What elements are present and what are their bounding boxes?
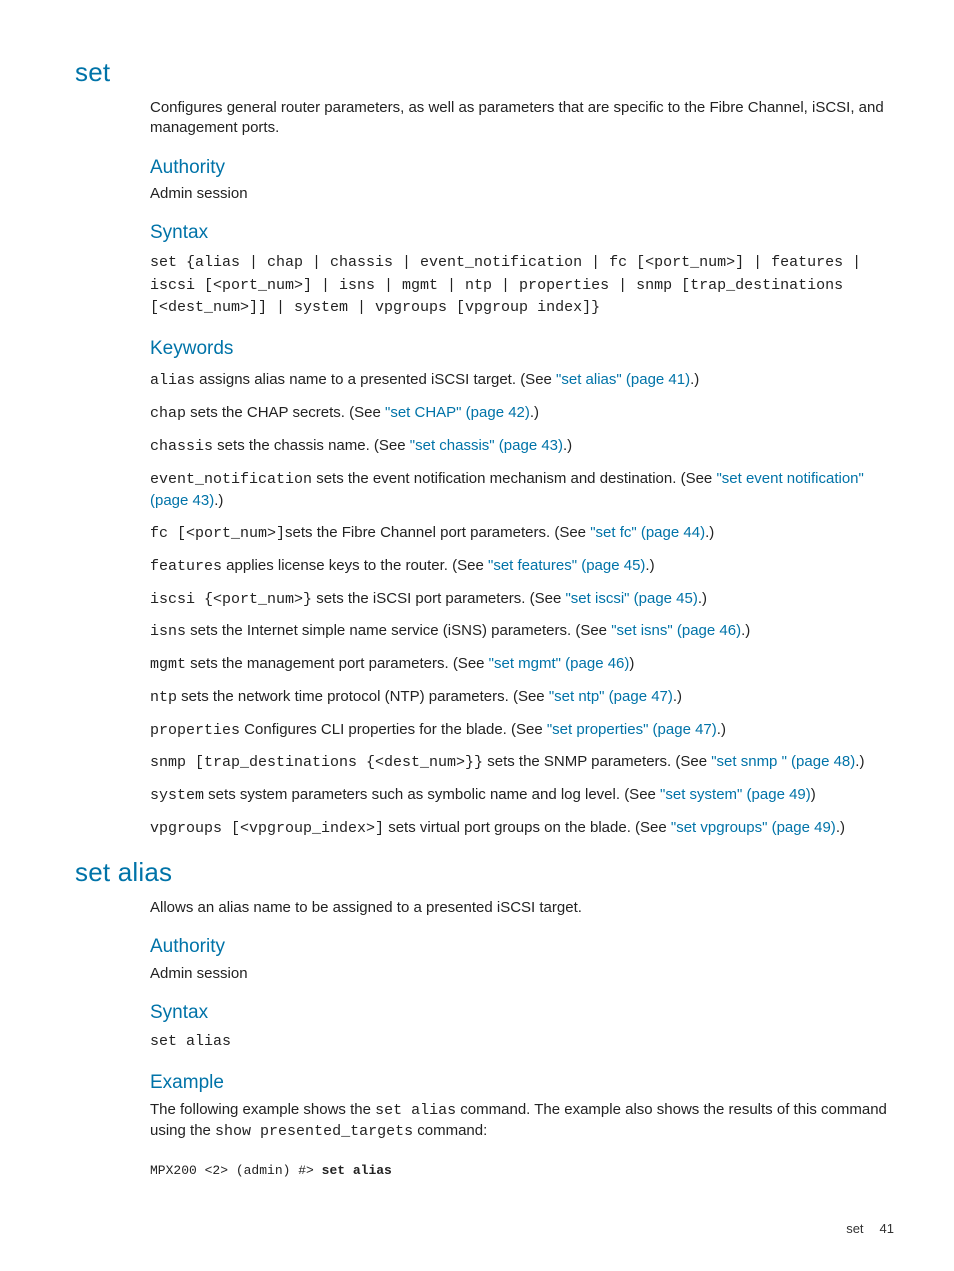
keyword-link[interactable]: "set fc" (page 44): [590, 524, 705, 541]
keyword-code: mgmt: [150, 656, 186, 673]
keyword-link[interactable]: "set isns" (page 46): [611, 622, 741, 639]
keyword-item: system sets system parameters such as sy…: [150, 784, 894, 807]
set-description: Configures general router parameters, as…: [150, 98, 894, 139]
keyword-desc-before: sets the Fibre Channel port parameters. …: [285, 524, 590, 541]
set-alias-description: Allows an alias name to be assigned to a…: [150, 898, 894, 918]
keyword-code: vpgroups [<vpgroup_index>]: [150, 820, 384, 837]
keyword-item: isns sets the Internet simple name servi…: [150, 620, 894, 643]
keyword-code: chassis: [150, 438, 213, 455]
heading-authority: Authority: [150, 155, 894, 181]
keyword-desc-before: applies license keys to the router. (See: [222, 557, 488, 574]
keyword-desc-after: .): [673, 688, 682, 705]
keyword-code: features: [150, 558, 222, 575]
keyword-link[interactable]: "set vpgroups" (page 49): [671, 819, 836, 836]
keyword-item: alias assigns alias name to a presented …: [150, 369, 894, 392]
keyword-link[interactable]: "set chassis" (page 43): [410, 437, 563, 454]
keyword-item: event_notification sets the event notifi…: [150, 468, 894, 513]
keyword-item: chassis sets the chassis name. (See "set…: [150, 435, 894, 458]
heading-keywords: Keywords: [150, 336, 894, 362]
keyword-code: fc [<port_num>]: [150, 525, 285, 542]
keyword-desc-after: .): [698, 590, 707, 607]
keyword-item: iscsi {<port_num>} sets the iSCSI port p…: [150, 588, 894, 611]
keyword-desc-before: sets system parameters such as symbolic …: [204, 786, 660, 803]
heading-syntax: Syntax: [150, 220, 894, 246]
authority-text: Admin session: [150, 184, 894, 204]
example-cmd: set alias: [322, 1163, 392, 1178]
keyword-link[interactable]: "set ntp" (page 47): [549, 688, 673, 705]
keyword-item: properties Configures CLI properties for…: [150, 719, 894, 742]
keyword-desc-before: sets the Internet simple name service (i…: [186, 622, 611, 639]
keyword-item: vpgroups [<vpgroup_index>] sets virtual …: [150, 817, 894, 840]
page-footer: set 41: [75, 1220, 894, 1238]
keyword-link[interactable]: "set mgmt" (page 46): [489, 655, 630, 672]
keyword-link[interactable]: "set alias" (page 41): [556, 371, 690, 388]
keyword-item: mgmt sets the management port parameters…: [150, 653, 894, 676]
keyword-item: fc [<port_num>]sets the Fibre Channel po…: [150, 522, 894, 545]
keyword-desc-before: sets the management port parameters. (Se…: [186, 655, 489, 672]
keyword-desc-before: sets virtual port groups on the blade. (…: [384, 819, 671, 836]
keyword-desc-after: .): [717, 721, 726, 738]
keyword-desc-before: sets the event notification mechanism an…: [312, 470, 716, 487]
keyword-link[interactable]: "set snmp " (page 48): [711, 753, 855, 770]
keyword-code: alias: [150, 372, 195, 389]
keyword-item: snmp [trap_destinations {<dest_num>}} se…: [150, 751, 894, 774]
keyword-code: event_notification: [150, 471, 312, 488]
keyword-desc-after: .): [563, 437, 572, 454]
heading-set-alias: set alias: [75, 855, 894, 890]
keyword-code: chap: [150, 405, 186, 422]
keyword-desc-after: .): [530, 404, 539, 421]
keyword-desc-before: sets the SNMP parameters. (See: [483, 753, 711, 770]
heading-authority-alias: Authority: [150, 934, 894, 960]
keyword-link[interactable]: "set CHAP" (page 42): [385, 404, 530, 421]
footer-label: set: [846, 1221, 863, 1236]
keyword-desc-after: .): [705, 524, 714, 541]
example-intro-code2: show presented_targets: [215, 1123, 413, 1140]
footer-page: 41: [880, 1221, 894, 1236]
keyword-desc-before: assigns alias name to a presented iSCSI …: [195, 371, 556, 388]
keyword-desc-before: Configures CLI properties for the blade.…: [240, 721, 547, 738]
keyword-item: ntp sets the network time protocol (NTP)…: [150, 686, 894, 709]
keyword-link[interactable]: "set iscsi" (page 45): [565, 590, 697, 607]
heading-example: Example: [150, 1070, 894, 1096]
keyword-desc-after: ): [811, 786, 816, 803]
keyword-code: system: [150, 787, 204, 804]
keyword-link[interactable]: "set system" (page 49): [660, 786, 811, 803]
example-code-block: MPX200 <2> (admin) #> set alias: [150, 1162, 894, 1180]
keyword-desc-after: .): [214, 492, 223, 509]
keyword-desc-before: sets the chassis name. (See: [213, 437, 410, 454]
keyword-desc-after: .): [855, 753, 864, 770]
example-intro: The following example shows the set alia…: [150, 1100, 894, 1143]
keyword-code: ntp: [150, 689, 177, 706]
example-intro-code1: set alias: [375, 1102, 456, 1119]
keyword-link[interactable]: "set properties" (page 47): [547, 721, 717, 738]
keyword-desc-before: sets the iSCSI port parameters. (See: [312, 590, 565, 607]
heading-syntax-alias: Syntax: [150, 1000, 894, 1026]
syntax-alias-code: set alias: [150, 1031, 894, 1054]
keyword-desc-after: .): [836, 819, 845, 836]
keyword-desc-before: sets the network time protocol (NTP) par…: [177, 688, 549, 705]
authority-alias-text: Admin session: [150, 964, 894, 984]
keyword-code: iscsi {<port_num>}: [150, 591, 312, 608]
keyword-link[interactable]: "set features" (page 45): [488, 557, 645, 574]
keyword-code: isns: [150, 623, 186, 640]
keyword-code: properties: [150, 722, 240, 739]
keyword-desc-after: ): [629, 655, 634, 672]
keywords-list: alias assigns alias name to a presented …: [150, 369, 894, 839]
example-intro-before: The following example shows the: [150, 1101, 375, 1118]
keyword-desc-after: .): [690, 371, 699, 388]
example-prompt: MPX200 <2> (admin) #>: [150, 1163, 322, 1178]
keyword-desc-after: .): [645, 557, 654, 574]
keyword-code: snmp [trap_destinations {<dest_num>}}: [150, 754, 483, 771]
syntax-code: set {alias | chap | chassis | event_noti…: [150, 252, 894, 320]
example-intro-after: command:: [413, 1122, 487, 1139]
keyword-desc-after: .): [741, 622, 750, 639]
keyword-desc-before: sets the CHAP secrets. (See: [186, 404, 385, 421]
keyword-item: chap sets the CHAP secrets. (See "set CH…: [150, 402, 894, 425]
heading-set: set: [75, 55, 894, 90]
keyword-item: features applies license keys to the rou…: [150, 555, 894, 578]
